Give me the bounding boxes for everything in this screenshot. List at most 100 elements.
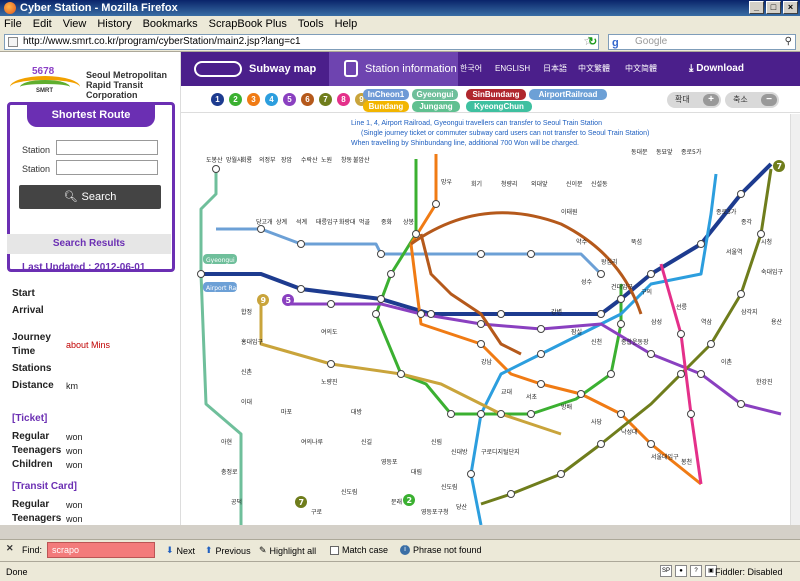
station-name-label[interactable]: 화랑대 [339,218,356,226]
station-name-label[interactable]: 회룡 [241,156,253,164]
maximize-button[interactable]: □ [766,1,781,14]
station-name-label[interactable]: 신대방 [451,448,468,456]
station-name-label[interactable]: 이태원 [561,208,578,216]
station-name-label[interactable]: 상계 [276,218,287,226]
line-kyeongchun-button[interactable]: KyeongChun [466,101,532,112]
menu-edit[interactable]: Edit [33,18,52,30]
station-name-label[interactable]: 서초 [526,393,538,401]
station-marker[interactable] [737,290,745,298]
station-name-label[interactable]: 신도림 [441,483,458,491]
station-name-label[interactable]: 석계 [296,218,307,226]
station-marker[interactable] [467,470,475,478]
station-marker[interactable] [677,370,685,378]
find-previous-button[interactable]: ⬆ Previous [205,545,251,556]
station-name-label[interactable]: 신촌 [241,368,253,376]
station-name-label[interactable]: 동묘앞 [656,148,673,156]
station-name-label[interactable]: 용산 [771,318,783,326]
station-name-label[interactable]: 당고개 [256,218,273,226]
station-marker[interactable] [527,250,535,258]
close-button[interactable]: × [783,1,798,14]
station-marker[interactable] [647,440,655,448]
google-icon[interactable]: g [612,36,619,50]
station-marker[interactable] [327,300,335,308]
station-name-label[interactable]: 선릉 [676,303,688,311]
station-marker[interactable] [617,320,625,328]
station-marker[interactable] [477,250,485,258]
station-marker[interactable] [607,370,615,378]
menu-scrapbook[interactable]: ScrapBook Plus [209,18,287,30]
station-marker[interactable] [697,370,705,378]
station-marker[interactable] [477,410,485,418]
station-name-label[interactable]: 중화 [381,219,393,226]
station-name-label[interactable]: 회기 [471,180,482,188]
minimize-button[interactable]: _ [749,1,764,14]
station-marker[interactable] [527,410,535,418]
station-name-label[interactable]: 의정부 [259,156,276,164]
station-marker[interactable] [697,240,705,248]
station-marker[interactable] [537,350,545,358]
station-name-label[interactable]: 마포 [281,408,293,416]
station-name-label[interactable]: 신이문 [566,180,583,188]
station-marker[interactable] [397,370,405,378]
line-8-button[interactable]: 8 [337,93,350,106]
station-marker[interactable] [297,285,305,293]
line-bundang-button[interactable]: Bundang [363,101,409,112]
station-name-label[interactable]: 아현 [221,438,232,446]
station-marker[interactable] [497,410,505,418]
station-name-label[interactable]: 홍대입구 [241,338,264,346]
menu-tools[interactable]: Tools [298,18,324,30]
station-name-label[interactable]: 망우 [441,178,453,186]
lang-english[interactable]: ENGLISH [495,52,530,86]
menu-help[interactable]: Help [335,18,358,30]
menu-history[interactable]: History [97,18,131,30]
line-jungang-button[interactable]: Jungang [412,101,460,112]
station-name-label[interactable]: 대방 [351,408,363,416]
station-marker[interactable] [477,320,485,328]
station-name-label[interactable]: 노량진 [321,378,338,386]
subway-map[interactable]: Line 1, 4, Airport Railroad, Gyeongui tr… [181,114,800,525]
station-name-label[interactable]: 서울역 [726,248,743,256]
station-name-label[interactable]: 상봉 [403,218,415,226]
station-name-label[interactable]: 신도림 [341,488,358,496]
station-name-label[interactable]: 당산 [456,503,468,511]
station-marker[interactable] [737,400,745,408]
zoom-out-button[interactable]: 축소 − [725,92,779,108]
station-marker[interactable] [387,270,395,278]
line-incheon1-button[interactable]: InCheon1 [363,89,409,100]
smrt-logo[interactable]: 5678 SMRT Seoul Metropolitan Rapid Trans… [6,66,181,100]
station-name-label[interactable]: 강변 [551,308,562,316]
station-name-label[interactable]: 신설동 [591,180,608,188]
web-search-box[interactable]: g Google ⚲ [608,34,796,50]
station-marker[interactable] [297,240,305,248]
station-name-label[interactable]: 교대 [501,388,512,396]
station-marker[interactable] [617,295,625,303]
station-marker[interactable] [377,295,385,303]
help-icon[interactable]: ? [690,565,702,577]
station-name-label[interactable]: 이대 [241,398,252,406]
station-name-label[interactable]: 이촌 [721,358,733,366]
highlight-all-button[interactable]: ✎ Highlight all [259,545,316,556]
station-marker[interactable] [687,410,695,418]
station-name-label[interactable]: 외대앞 [531,180,548,188]
station-name-label[interactable]: 잠실 [571,328,582,336]
station-marker[interactable] [737,190,745,198]
station-name-label[interactable]: 약수 [576,238,588,246]
station-marker[interactable] [417,310,425,318]
station-marker[interactable] [757,230,765,238]
station-name-label[interactable]: 구로디지털단지 [481,448,520,456]
station-marker[interactable] [677,330,685,338]
station-marker[interactable] [617,410,625,418]
station-name-label[interactable]: 신림 [431,438,442,446]
station-name-label[interactable]: 동대문 [631,148,648,156]
station-marker[interactable] [507,490,515,498]
station-name-label[interactable]: 노원 [321,156,332,164]
station-name-label[interactable]: 수락산 [301,156,318,164]
station-name-label[interactable]: 여의나루 [301,438,324,446]
zoom-in-button[interactable]: 확대 + [667,92,721,108]
search-icon[interactable]: ⚲ [785,35,792,49]
station-name-label[interactable]: 종합운동장 [621,338,649,346]
station-marker[interactable] [647,350,655,358]
download-button[interactable]: ⤓ Download [689,52,744,86]
reload-icon[interactable]: ↻ [588,35,597,48]
menu-bookmarks[interactable]: Bookmarks [143,18,198,30]
